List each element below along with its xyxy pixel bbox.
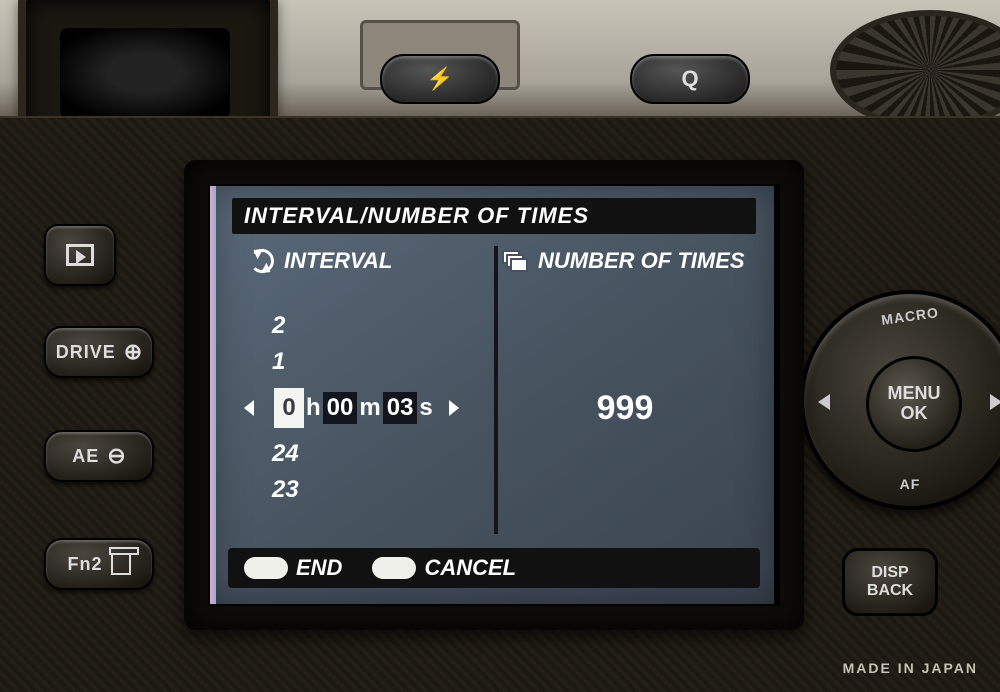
spinner-value-down1: 24 bbox=[272, 436, 494, 472]
number-of-times-value: 999 bbox=[597, 389, 654, 428]
flash-button[interactable]: ⚡ bbox=[380, 54, 500, 104]
disp-back-button[interactable]: DISP BACK bbox=[842, 548, 938, 616]
minutes-field[interactable]: 00 bbox=[323, 392, 358, 424]
dpad-right-arrow-icon bbox=[990, 394, 1000, 410]
screen-title: INTERVAL/NUMBER OF TIMES bbox=[232, 198, 756, 234]
dpad-left-arrow-icon bbox=[818, 394, 830, 410]
control-dpad[interactable]: MACRO AF MENU OK bbox=[800, 290, 1000, 510]
drive-button[interactable]: DRIVE ⊕ bbox=[44, 326, 154, 378]
q-button[interactable]: Q bbox=[630, 54, 750, 104]
lcd-frame: INTERVAL/NUMBER OF TIMES INTERVAL NUMBER… bbox=[184, 160, 804, 630]
spinner-value-up1: 1 bbox=[272, 344, 494, 380]
hours-field[interactable]: 0 bbox=[274, 388, 304, 428]
play-icon bbox=[66, 244, 94, 266]
lcd-screen: INTERVAL/NUMBER OF TIMES INTERVAL NUMBER… bbox=[208, 184, 780, 606]
zoom-in-icon: ⊕ bbox=[124, 339, 142, 365]
pill-icon bbox=[244, 557, 288, 579]
number-of-times-header: NUMBER OF TIMES bbox=[494, 242, 756, 280]
made-in-label: MADE IN JAPAN bbox=[843, 660, 978, 676]
menu-ok-button[interactable]: MENU OK bbox=[866, 356, 962, 452]
camera-body: ⚡ Q DRIVE ⊕ AE ⊖ Fn2 MACRO AF MENU OK DI… bbox=[0, 0, 1000, 692]
number-of-times-column[interactable]: 999 bbox=[494, 282, 756, 534]
end-action[interactable]: END bbox=[244, 555, 342, 581]
dpad-af-label: AF bbox=[804, 476, 1000, 492]
spinner-value-up2: 2 bbox=[272, 308, 494, 344]
interval-column[interactable]: 2 1 0 h 00 m 03 s 24 23 bbox=[232, 282, 494, 534]
cancel-action[interactable]: CANCEL bbox=[372, 555, 516, 581]
playback-button[interactable] bbox=[44, 224, 116, 286]
interval-icon bbox=[250, 249, 274, 273]
fn2-button[interactable]: Fn2 bbox=[44, 538, 154, 590]
ae-button[interactable]: AE ⊖ bbox=[44, 430, 154, 482]
trash-icon bbox=[111, 553, 131, 575]
spinner-value-down2: 23 bbox=[272, 472, 494, 508]
chevron-right-icon[interactable] bbox=[449, 400, 459, 416]
seconds-field[interactable]: 03 bbox=[383, 392, 418, 424]
burst-icon bbox=[502, 250, 528, 272]
screen-footer: END CANCEL bbox=[228, 548, 760, 588]
interval-header: INTERVAL bbox=[232, 242, 494, 280]
pill-icon bbox=[372, 557, 416, 579]
flash-icon: ⚡ bbox=[426, 66, 453, 92]
interval-current-row[interactable]: 0 h 00 m 03 s bbox=[272, 384, 494, 432]
chevron-left-icon[interactable] bbox=[244, 400, 254, 416]
zoom-out-icon: ⊖ bbox=[107, 443, 125, 469]
